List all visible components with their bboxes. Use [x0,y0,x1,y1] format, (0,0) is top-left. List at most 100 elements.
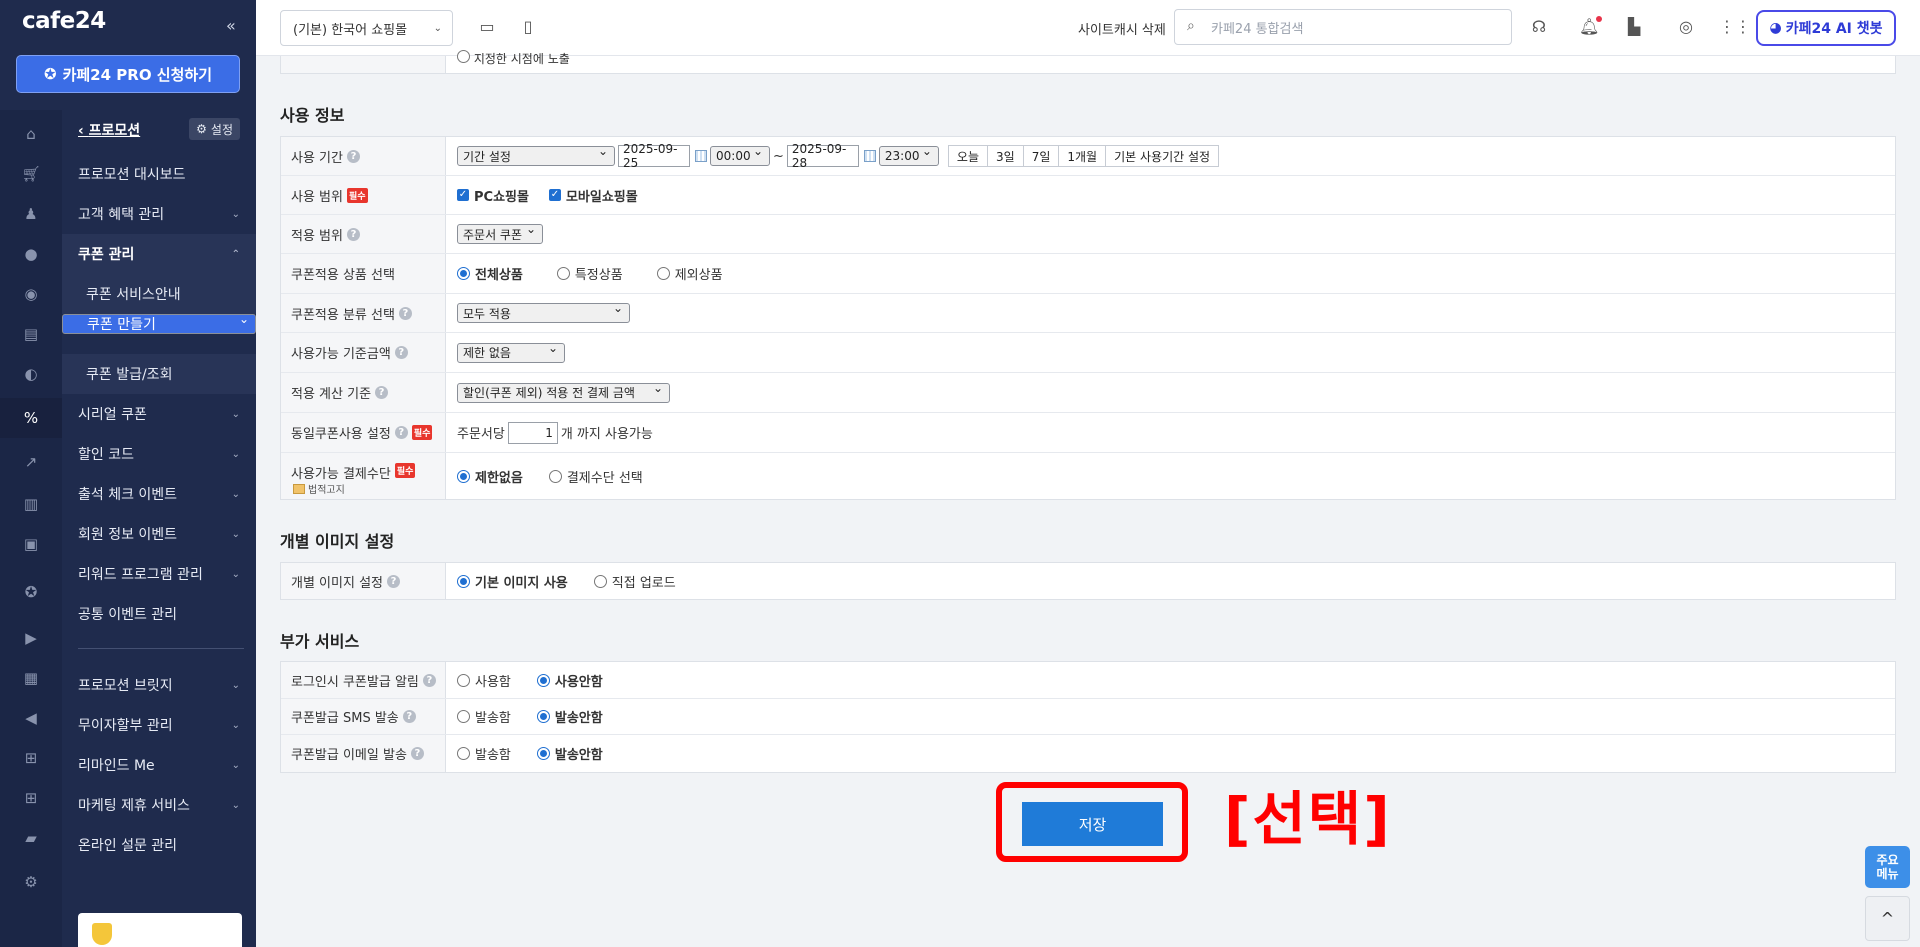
grid-add-icon[interactable]: ⊞ [0,778,62,818]
sidebar-item-common-event[interactable]: 공통 이벤트 관리 [62,594,256,634]
start-date-input[interactable]: 2025-09-25 [618,142,690,170]
3days-button[interactable]: 3일 [987,145,1024,167]
ai-chatbot-button[interactable]: ◕ 카페24 AI 챗봇 [1756,10,1896,46]
store-icon[interactable]: ▦ [0,658,62,698]
sidebar-item-coupon[interactable]: 쿠폰 관리 ⌃ [62,234,256,274]
help-icon[interactable]: ? [346,227,360,241]
product-all-radio[interactable]: 전체상품 [457,264,523,283]
sms-off-radio[interactable]: 발송안함 [536,707,603,726]
sidebar-item-coupon-create[interactable]: 쿠폰 만들기 [62,312,256,334]
sidebar-item-bridge[interactable]: 프로모션 브릿지 ⌄ [62,665,256,705]
period-type-select[interactable]: 기간 설정 [457,144,615,166]
product-exclude-radio[interactable]: 제외상품 [656,264,723,283]
sidebar-item-dashboard[interactable]: 프로모션 대시보드 [62,154,256,194]
sidebar-item-remind-me[interactable]: 리마인드 Me ⌄ [62,745,256,785]
apps-grid-icon[interactable]: ⋮⋮ [1719,17,1751,37]
same-coupon-count-input[interactable]: 1 [507,421,558,444]
video-icon[interactable]: ▶ [0,618,62,658]
calendar-icon[interactable] [695,150,707,162]
image-upload-radio[interactable]: 직접 업로드 [593,572,676,591]
crop-icon[interactable]: ⊞ [0,738,62,778]
search-input[interactable]: ⌕ 카페24 통합검색 [1174,9,1512,45]
help-icon[interactable]: ? [410,747,424,760]
promotion-icon[interactable]: % [0,398,62,438]
product-specific-radio[interactable]: 특정상품 [556,264,623,283]
sidebar-item-reward[interactable]: 리워드 프로그램 관리 ⌄ [62,554,256,594]
help-icon[interactable]: ? [422,673,436,687]
email-off-radio[interactable]: 발송안함 [536,744,603,763]
calendar-icon[interactable] [863,150,876,162]
help-icon[interactable]: ? [394,346,408,359]
calc-select[interactable]: 할인(쿠폰 제외) 적용 전 결제 금액 [457,381,670,403]
payment-select-radio[interactable]: 결제수단 선택 [548,467,643,486]
sidebar-item-survey[interactable]: 온라인 설문 관리 [62,825,256,865]
sidebar-item-serial[interactable]: 시리얼 쿠폰 ⌄ [62,394,256,434]
quick-menu-button[interactable]: 주요 메뉴 [1865,846,1910,888]
pro-apply-button[interactable]: ✪ 카페24 PRO 신청하기 [16,55,240,93]
radio[interactable] [457,50,470,63]
mobile-icon[interactable]: ▯ [518,17,538,37]
award-icon[interactable]: ✪ [0,572,62,612]
pc-mall-checkbox[interactable]: ✓ PC쇼핑몰 [457,186,529,205]
scroll-top-button[interactable]: ^ [1865,896,1910,941]
help-icon[interactable]: ? [346,149,360,163]
7days-button[interactable]: 7일 [1022,145,1060,167]
cafe24-logo[interactable]: cafe24 [22,8,106,34]
stats-icon[interactable]: ↗ [0,442,62,482]
sidebar-item-discount-code[interactable]: 할인 코드 ⌄ [62,434,256,474]
mobile-mall-checkbox[interactable]: ✓ 모바일쇼핑몰 [548,186,638,205]
app-icon[interactable]: ▣ [0,524,62,564]
sidebar-item-installment[interactable]: 무이자할부 관리 ⌄ [62,705,256,745]
help-icon[interactable]: ? [394,426,408,439]
min-amount-select[interactable]: 제한 없음 [457,341,565,363]
sidebar-item-attendance[interactable]: 출석 체크 이벤트 ⌄ [62,474,256,514]
help-icon[interactable]: ? [402,710,416,723]
end-time-select[interactable]: 23:00 [878,144,939,166]
chat-icon[interactable]: ◉ [0,274,62,314]
help-icon[interactable]: ? [387,574,400,588]
sidebar-item-benefit[interactable]: 고객 혜택 관리 ⌄ [62,194,256,234]
folder-icon[interactable]: ▰ [0,818,62,858]
payment-unlimited-radio[interactable]: 제한없음 [457,467,523,486]
user-icon[interactable]: ● [0,234,62,274]
cache-delete-link[interactable]: 사이트캐시 삭제 [1078,19,1166,38]
email-on-radio[interactable]: 발송함 [457,744,511,763]
cart-icon[interactable]: 🛒︎ [0,154,62,194]
login-alert-off-radio[interactable]: 사용안함 [536,671,603,690]
help-icon[interactable]: ? [375,386,389,399]
image-default-radio[interactable]: 기본 이미지 사용 [457,572,568,591]
palette-icon[interactable]: ◐ [0,354,62,394]
shop-select[interactable]: (기본) 한국어 쇼핑몰 ⌄ [280,10,453,46]
analytics-icon[interactable]: ▥ [0,484,62,524]
legal-notice[interactable]: 법적고지 [293,481,345,496]
account-icon[interactable]: ◎ [1676,17,1696,37]
help-icon[interactable]: ? [398,306,412,320]
sidebar-item-marketing[interactable]: 마케팅 제휴 서비스 ⌄ [62,785,256,825]
home-icon[interactable]: ⌂ [0,114,62,154]
headset-icon[interactable]: ☊ [1529,17,1549,37]
shirt-icon[interactable]: ♟ [0,194,62,234]
fragment-option[interactable]: 지정한 시점에 노출 [457,50,570,67]
sidebar-item-coupon-issue[interactable]: 쿠폰 발급/조회 [62,354,256,394]
save-button[interactable]: 저장 [1022,802,1163,846]
login-alert-on-radio[interactable]: 사용함 [457,671,511,690]
collapse-sidebar-icon[interactable]: « [226,16,236,35]
security-card[interactable] [78,913,242,947]
default-period-button[interactable]: 기본 사용기간 설정 [1105,145,1220,167]
today-button[interactable]: 오늘 [947,145,988,167]
sidebar-item-member-event[interactable]: 회원 정보 이벤트 ⌄ [62,514,256,554]
apply-scope-select[interactable]: 주문서 쿠폰 [457,222,544,244]
gear-icon[interactable]: ⚙ [0,862,62,902]
end-date-input[interactable]: 2025-09-28 [786,142,859,170]
desktop-icon[interactable]: ▭ [477,17,497,37]
megaphone-icon[interactable]: ◀ [0,698,62,738]
sms-on-radio[interactable]: 발송함 [457,707,511,726]
sidebar-item-coupon-guide[interactable]: 쿠폰 서비스안내 [62,274,256,314]
bookmark-icon[interactable]: ▙ [1624,17,1644,37]
board-icon[interactable]: ▤ [0,314,62,354]
back-to-promotion-link[interactable]: ‹ 프로모션 [78,120,140,140]
category-select[interactable]: 모두 적용 [457,301,630,323]
start-time-select[interactable]: 00:00 [710,144,770,166]
1month-button[interactable]: 1개월 [1058,145,1107,167]
settings-button[interactable]: ⚙ 설정 [189,118,240,140]
